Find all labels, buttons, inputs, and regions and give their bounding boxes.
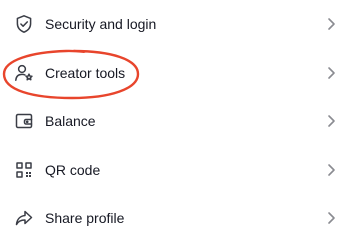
- shield-check-icon: [14, 14, 34, 34]
- menu-item-creator-tools[interactable]: Creator tools: [0, 49, 350, 97]
- menu-item-label: Security and login: [45, 16, 157, 32]
- chevron-right-icon: [326, 163, 336, 177]
- menu-item-security-and-login[interactable]: Security and login: [0, 0, 350, 48]
- menu-item-balance[interactable]: Balance: [0, 97, 350, 145]
- chevron-right-icon: [326, 17, 336, 31]
- menu-item-qr-code[interactable]: QR code: [0, 146, 350, 194]
- menu-item-label: Creator tools: [45, 65, 126, 81]
- menu-item-label: Share profile: [45, 210, 125, 226]
- settings-menu-list: Security and login Creator tools Balance…: [0, 0, 350, 250]
- wallet-icon: [14, 111, 34, 131]
- chevron-right-icon: [326, 211, 336, 225]
- menu-item-share-profile[interactable]: Share profile: [0, 194, 350, 242]
- qr-code-icon: [14, 160, 34, 180]
- user-star-icon: [14, 63, 34, 83]
- menu-item-label: QR code: [45, 162, 101, 178]
- share-arrow-icon: [14, 208, 34, 228]
- chevron-right-icon: [326, 66, 336, 80]
- chevron-right-icon: [326, 114, 336, 128]
- menu-item-label: Balance: [45, 113, 96, 129]
